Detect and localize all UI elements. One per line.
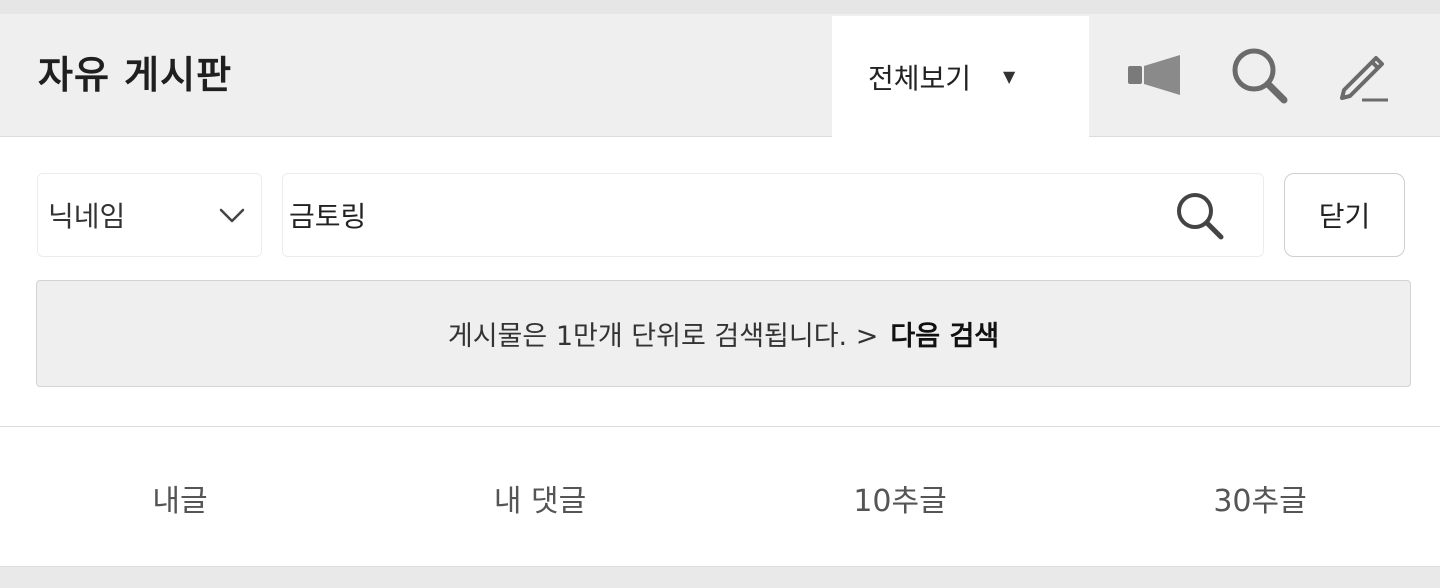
write-post-button[interactable] [1330, 42, 1396, 108]
notice-button[interactable] [1120, 42, 1186, 108]
close-search-button[interactable]: 닫기 [1284, 173, 1405, 257]
search-field-select[interactable]: 닉네임 [37, 173, 262, 257]
search-icon [1171, 187, 1227, 247]
bottom-edge [0, 566, 1440, 588]
view-filter-label: 전체보기 [868, 61, 972, 95]
board-title: 자유 게시판 [38, 53, 233, 97]
notice-text: 게시물은 1만개 단위로 검색됩니다. > [447, 321, 879, 352]
search-submit-button[interactable] [1171, 189, 1227, 245]
next-search-link[interactable]: 다음 검색 [890, 314, 999, 353]
divider [0, 426, 1440, 427]
board-header: 자유 게시판 전체보기 ▼ [0, 14, 1440, 137]
search-notice: 게시물은 1만개 단위로 검색됩니다. > 다음 검색 [36, 280, 1411, 387]
tab-30-recommended[interactable]: 30추글 [1080, 430, 1440, 566]
tab-my-posts[interactable]: 내글 [0, 430, 360, 566]
triangle-down-icon: ▼ [1003, 67, 1016, 86]
tab-my-comments[interactable]: 내 댓글 [360, 430, 720, 566]
megaphone-icon [1122, 52, 1184, 98]
view-filter-dropdown[interactable]: 전체보기 ▼ [832, 16, 1089, 137]
search-field-label: 닉네임 [48, 200, 126, 233]
post-filter-tabs: 내글 내 댓글 10추글 30추글 [0, 430, 1440, 566]
chevron-down-icon [217, 200, 247, 234]
search-filter-row: 닉네임 닫기 [0, 173, 1440, 259]
top-edge [0, 0, 1440, 14]
search-icon [1228, 44, 1290, 106]
tab-10-recommended[interactable]: 10추글 [720, 430, 1080, 566]
header-search-button[interactable] [1226, 42, 1292, 108]
search-input[interactable] [283, 174, 1143, 256]
search-box [282, 173, 1264, 257]
pencil-icon [1332, 44, 1394, 106]
